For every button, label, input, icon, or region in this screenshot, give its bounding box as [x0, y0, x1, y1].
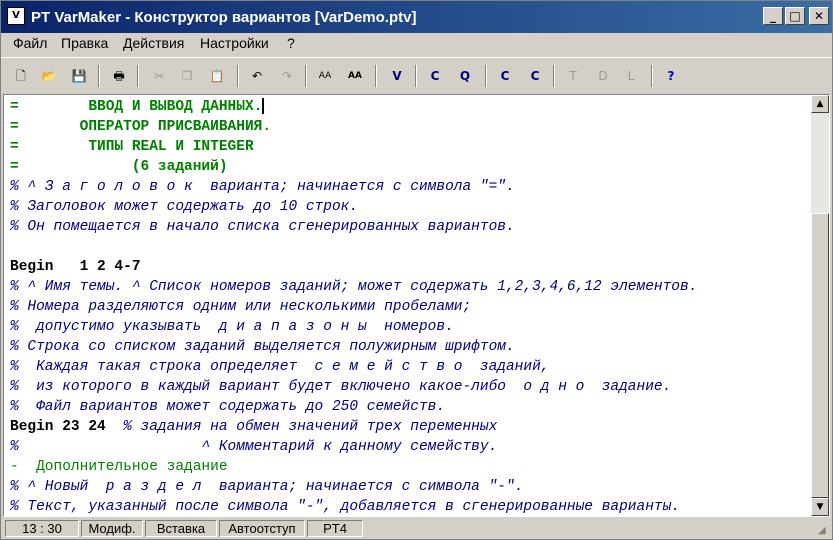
status-cursor-position: 13 : 30: [5, 520, 79, 537]
maximize-button[interactable]: □: [785, 7, 805, 25]
comment-text: % Строка со списком заданий выделяется п…: [10, 339, 515, 355]
editor-line[interactable]: % из которого в каждый вариант будет вкл…: [10, 377, 810, 397]
minimize-button[interactable]: _: [763, 7, 783, 25]
toolbar-separator: [98, 65, 100, 87]
editor-line[interactable]: = ОПЕРАТОР ПРИСВАИВАНИЯ.: [10, 117, 810, 137]
comment-text: % ^ Новый р а з д е л варианта; начинает…: [10, 479, 524, 495]
editor-line[interactable]: % Заголовок может содержать до 10 строк.: [10, 197, 810, 217]
cut-icon[interactable]: ✂: [149, 66, 169, 86]
menu-settings[interactable]: Настройки: [200, 35, 269, 51]
comment-text: % ^ Комментарий к данному семейству.: [10, 439, 498, 455]
menu-bar: Файл Правка Действия Настройки ?: [1, 33, 832, 55]
editor-line[interactable]: % ^ Новый р а з д е л варианта; начинает…: [10, 477, 810, 497]
text-editor[interactable]: = ВВОД И ВЫВОД ДАННЫХ. = ОПЕРАТОР ПРИСВАИ…: [3, 94, 830, 517]
comment-text: % ^ З а г о л о в о к варианта; начинает…: [10, 179, 515, 195]
t-icon[interactable]: T: [563, 66, 583, 86]
status-modified: Модиф.: [81, 520, 143, 537]
editor-line[interactable]: % Он помещается в начало списка сгенерир…: [10, 217, 810, 237]
comment-text: % Каждая такая строка определяет с е м е…: [10, 359, 550, 375]
app-icon[interactable]: V: [7, 7, 25, 25]
title-text: = ТИПЫ REAL И INTEGER: [10, 139, 254, 155]
comment-text: % Текст, указанный после символа "-", до…: [10, 499, 681, 515]
font-icon[interactable]: AA: [315, 66, 335, 86]
comment-text: % Номера разделяются одним или нескольки…: [10, 299, 472, 315]
window-title: PT VarMaker - Конструктор вариантов [Var…: [31, 9, 417, 26]
t-d-icon[interactable]: D: [593, 66, 613, 86]
editor-line[interactable]: = ТИПЫ REAL И INTEGER: [10, 137, 810, 157]
editor-line[interactable]: % ^ Комментарий к данному семейству.: [10, 437, 810, 457]
editor-lines[interactable]: = ВВОД И ВЫВОД ДАННЫХ. = ОПЕРАТОР ПРИСВАИ…: [10, 97, 810, 516]
editor-line[interactable]: % Текст, указанный после символа "-", до…: [10, 497, 810, 516]
paste-icon[interactable]: 📋: [207, 66, 227, 86]
status-mode: PT4: [307, 520, 363, 537]
status-bar: 13 : 30 Модиф. Вставка Автоотступ PT4 ◢: [1, 518, 832, 539]
save-icon[interactable]: 💾: [69, 66, 89, 86]
app-window: V PT VarMaker - Конструктор вариантов [V…: [0, 0, 833, 540]
menu-edit[interactable]: Правка: [61, 35, 108, 51]
resize-grip-icon[interactable]: ◢: [818, 525, 830, 537]
editor-line[interactable]: Begin 1 2 4-7: [10, 257, 810, 277]
toolbar-separator: [137, 65, 139, 87]
print-icon[interactable]: 🖶: [109, 66, 129, 86]
title-bar[interactable]: V PT VarMaker - Конструктор вариантов [V…: [1, 1, 832, 33]
editor-line[interactable]: - Дополнительное задание: [10, 457, 810, 477]
editor-line[interactable]: Begin 23 24 % задания на обмен значений …: [10, 417, 810, 437]
scroll-up-button[interactable]: ▲: [811, 95, 829, 113]
menu-actions[interactable]: Действия: [123, 35, 184, 51]
scroll-down-button[interactable]: ▼: [811, 498, 829, 516]
editor-line[interactable]: % ^ Имя темы. ^ Список номеров заданий; …: [10, 277, 810, 297]
undo-icon[interactable]: ↶: [247, 66, 267, 86]
section-text: - Дополнительное задание: [10, 459, 228, 475]
comment-text: % ^ Имя темы. ^ Список номеров заданий; …: [10, 279, 698, 295]
toolbar-separator: [375, 65, 377, 87]
editor-line[interactable]: % Каждая такая строка определяет с е м е…: [10, 357, 810, 377]
toolbar-separator: [237, 65, 239, 87]
toolbar-separator: [485, 65, 487, 87]
title-text: = ВВОД И ВЫВОД ДАННЫХ.: [10, 99, 263, 115]
copy-icon[interactable]: ❐: [177, 66, 197, 86]
c-search-icon[interactable]: Q: [455, 66, 475, 86]
editor-line[interactable]: % Строка со списком заданий выделяется п…: [10, 337, 810, 357]
toolbar: 🗋 📂 💾 🖶 ✂ ❐ 📋 ↶ ↷ AA AA V C Q C C T D L …: [1, 57, 832, 94]
begin-text: Begin 23 24: [10, 419, 124, 435]
new-icon[interactable]: 🗋: [11, 66, 31, 86]
toolbar-separator: [415, 65, 417, 87]
open-icon[interactable]: 📂: [39, 66, 59, 86]
comment-text: % из которого в каждый вариант будет вкл…: [10, 379, 672, 395]
editor-line[interactable]: % допустимо указывать д и а п а з о н ы …: [10, 317, 810, 337]
editor-line[interactable]: % Номера разделяются одним или нескольки…: [10, 297, 810, 317]
v-icon[interactable]: V: [387, 66, 407, 86]
t-l-icon[interactable]: L: [621, 66, 641, 86]
c-gear-icon[interactable]: C: [525, 66, 545, 86]
scroll-thumb[interactable]: [811, 213, 829, 498]
editor-line[interactable]: % Файл вариантов может содержать до 250 …: [10, 397, 810, 417]
c-icon[interactable]: C: [425, 66, 445, 86]
vertical-scrollbar[interactable]: ▲ ▼: [811, 95, 829, 516]
text-cursor: [262, 98, 265, 115]
close-button[interactable]: ✕: [809, 7, 829, 25]
title-text: = ОПЕРАТОР ПРИСВАИВАНИЯ.: [10, 119, 272, 135]
comment-text: % Он помещается в начало списка сгенерир…: [10, 219, 515, 235]
comment-text: % Файл вариантов может содержать до 250 …: [10, 399, 446, 415]
status-autoindent: Автоотступ: [219, 520, 305, 537]
comment-text: % задания на обмен значений трех перемен…: [123, 419, 498, 435]
comment-text: % допустимо указывать д и а п а з о н ы …: [10, 319, 454, 335]
menu-file[interactable]: Файл: [13, 35, 47, 51]
redo-icon[interactable]: ↷: [277, 66, 297, 86]
editor-line[interactable]: = (6 заданий): [10, 157, 810, 177]
font-bold-icon[interactable]: AA: [345, 66, 365, 86]
menu-help[interactable]: ?: [287, 35, 295, 51]
editor-line[interactable]: = ВВОД И ВЫВОД ДАННЫХ.: [10, 97, 810, 117]
editor-line[interactable]: [10, 237, 810, 257]
editor-line[interactable]: % ^ З а г о л о в о к варианта; начинает…: [10, 177, 810, 197]
toolbar-separator: [305, 65, 307, 87]
toolbar-separator: [553, 65, 555, 87]
toolbar-separator: [651, 65, 653, 87]
comment-text: % Заголовок может содержать до 10 строк.: [10, 199, 359, 215]
begin-text: Begin 1 2 4-7: [10, 259, 141, 275]
help-icon[interactable]: ?: [661, 66, 681, 86]
status-insert-mode: Вставка: [145, 520, 217, 537]
title-text: = (6 заданий): [10, 159, 228, 175]
c-list-icon[interactable]: C: [495, 66, 515, 86]
